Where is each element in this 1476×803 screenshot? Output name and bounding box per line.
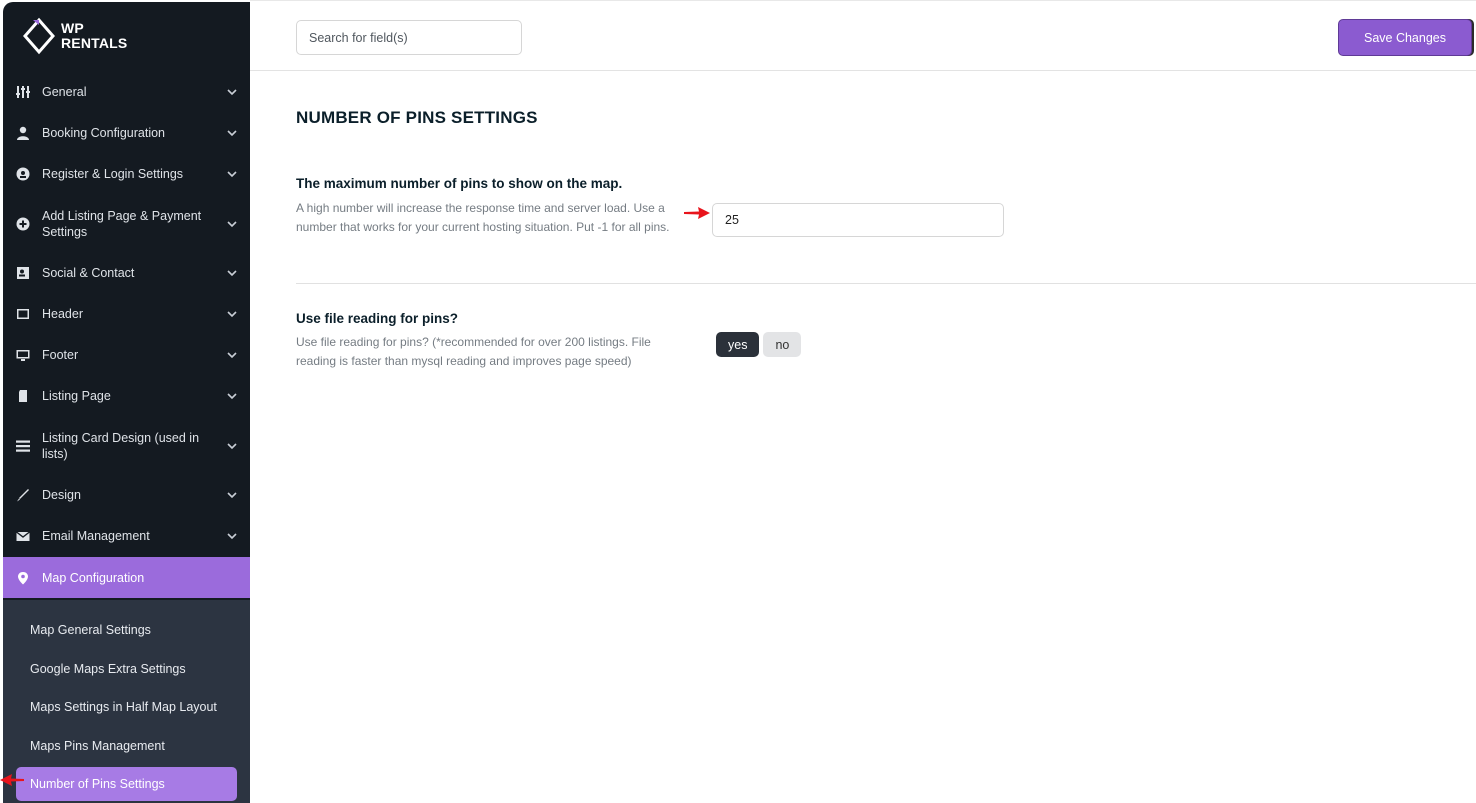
monitor-icon: [16, 348, 30, 362]
sidebar-item-label: Booking Configuration: [42, 125, 165, 140]
chevron-down-icon: [226, 308, 238, 320]
brand-logo[interactable]: WP RENTALS: [21, 16, 127, 56]
sidebar-item-label: Map Configuration: [42, 570, 145, 585]
plus-circle-icon: [16, 217, 30, 231]
file-reading-title: Use file reading for pins?: [296, 311, 459, 326]
list-icon: [16, 439, 30, 453]
max-pins-input[interactable]: [712, 203, 1004, 237]
search-input[interactable]: [296, 20, 522, 55]
sidebar-item-label: Footer: [42, 347, 79, 362]
divider: [296, 283, 1476, 284]
sidebar-item-social-contact[interactable]: Social & Contact: [3, 252, 250, 293]
submenu-number-of-pins-settings[interactable]: Number of Pins Settings: [16, 767, 237, 801]
sliders-icon: [16, 85, 30, 99]
document-icon: [16, 389, 30, 403]
sidebar-item-add-listing-payment[interactable]: Add Listing Page & Payment Settings: [3, 195, 250, 252]
sidebar-item-label: Listing Card Design (used in lists): [42, 430, 200, 461]
sidebar-item-footer[interactable]: Footer: [3, 334, 250, 375]
submenu-maps-settings-half-map[interactable]: Maps Settings in Half Map Layout: [16, 690, 237, 724]
submenu-label: Google Maps Extra Settings: [30, 662, 186, 676]
top-toolbar: Save Changes: [250, 0, 1476, 71]
sidebar-item-label: Add Listing Page & Payment Settings: [42, 208, 202, 239]
sidebar-item-label: Design: [42, 487, 81, 502]
sidebar-item-map-configuration[interactable]: Map Configuration: [3, 557, 250, 598]
chevron-down-icon: [226, 86, 238, 98]
submenu-label: Map General Settings: [30, 623, 151, 637]
sidebar-item-label: Register & Login Settings: [42, 167, 184, 181]
chevron-down-icon: [226, 390, 238, 402]
sidebar: WP RENTALS General Booking Configuration…: [3, 2, 250, 803]
sidebar-item-listing-card-design[interactable]: Listing Card Design (used in lists): [3, 417, 250, 474]
brush-icon: [16, 488, 30, 502]
map-pin-icon: [16, 571, 30, 585]
chevron-down-icon: [226, 489, 238, 501]
toggle-no-button[interactable]: no: [763, 332, 802, 357]
sidebar-item-email-management[interactable]: Email Management: [3, 515, 250, 557]
sidebar-item-design[interactable]: Design: [3, 474, 250, 515]
sidebar-item-label: General: [42, 84, 87, 99]
file-reading-toggle: yes no: [716, 332, 802, 357]
login-icon: [16, 167, 30, 181]
max-pins-description: A high number will increase the response…: [296, 201, 670, 234]
chevron-down-icon: [226, 168, 238, 180]
chevron-down-icon: [226, 218, 238, 230]
chevron-down-icon: [226, 440, 238, 452]
sidebar-item-label: Social & Contact: [42, 265, 135, 280]
contact-card-icon: [16, 266, 30, 280]
chevron-down-icon: [226, 530, 238, 542]
submenu-google-maps-extra-settings[interactable]: Google Maps Extra Settings: [16, 652, 237, 686]
annotation-arrow-icon: [684, 207, 710, 219]
submenu-label: Number of Pins Settings: [30, 777, 165, 791]
user-icon: [16, 126, 30, 140]
submenu-maps-pins-management[interactable]: Maps Pins Management: [16, 729, 237, 763]
header-icon: [16, 307, 30, 321]
sidebar-item-listing-page[interactable]: Listing Page: [3, 375, 250, 417]
save-changes-button[interactable]: Save Changes: [1338, 19, 1472, 56]
submenu-label: Maps Settings in Half Map Layout: [30, 700, 217, 714]
toggle-yes-button[interactable]: yes: [716, 332, 760, 357]
chevron-down-icon: [226, 127, 238, 139]
sidebar-item-register-login[interactable]: Register & Login Settings: [3, 153, 250, 195]
page-title: NUMBER OF PINS SETTINGS: [296, 108, 538, 127]
sidebar-item-booking-configuration[interactable]: Booking Configuration: [3, 112, 250, 153]
chevron-down-icon: [226, 349, 238, 361]
sidebar-item-label: Email Management: [42, 529, 150, 543]
submenu-label: Maps Pins Management: [30, 739, 165, 753]
brand-line-1: WP: [61, 20, 84, 36]
annotation-arrow-icon: [0, 774, 24, 786]
sidebar-item-general[interactable]: General: [3, 71, 250, 112]
envelope-icon: [16, 529, 30, 543]
map-configuration-submenu: Map General Settings Google Maps Extra S…: [3, 600, 250, 803]
sidebar-nav: General Booking Configuration Register &…: [3, 71, 250, 598]
logo-diamond-icon: [23, 17, 55, 55]
submenu-map-general-settings[interactable]: Map General Settings: [16, 613, 237, 647]
brand-line-2: RENTALS: [61, 35, 128, 51]
sidebar-item-label: Header: [42, 306, 83, 321]
brand-name: WP RENTALS: [61, 21, 127, 51]
max-pins-title: The maximum number of pins to show on th…: [296, 176, 623, 191]
file-reading-description: Use file reading for pins? (*recommended…: [296, 335, 651, 368]
sidebar-item-header[interactable]: Header: [3, 293, 250, 334]
chevron-down-icon: [226, 267, 238, 279]
sidebar-item-label: Listing Page: [42, 389, 111, 403]
